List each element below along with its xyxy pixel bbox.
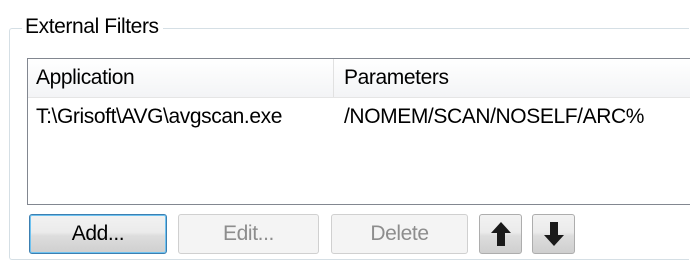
cell-parameters: /NOMEM/SCAN/NOSELF/ARC% xyxy=(344,105,645,128)
filters-list[interactable]: Application Parameters T:\Grisoft\AVG\av… xyxy=(27,58,690,205)
edit-button[interactable]: Edit... xyxy=(178,214,319,254)
add-button-label: Add... xyxy=(71,222,125,245)
list-header: Application Parameters xyxy=(28,59,690,98)
delete-button-label: Delete xyxy=(370,222,429,245)
group-title: External Filters xyxy=(22,13,163,41)
arrow-down-icon xyxy=(542,220,566,248)
list-item[interactable]: T:\Grisoft\AVG\avgscan.exe /NOMEM/SCAN/N… xyxy=(28,99,690,135)
move-down-button[interactable] xyxy=(532,214,575,254)
arrow-up-icon xyxy=(489,220,513,248)
cell-application: T:\Grisoft\AVG\avgscan.exe xyxy=(36,105,282,128)
column-header-parameters[interactable]: Parameters xyxy=(335,59,690,97)
move-up-button[interactable] xyxy=(479,214,522,254)
column-header-application[interactable]: Application xyxy=(28,59,334,97)
delete-button[interactable]: Delete xyxy=(331,214,468,254)
add-button[interactable]: Add... xyxy=(29,214,167,254)
edit-button-label: Edit... xyxy=(223,222,274,245)
